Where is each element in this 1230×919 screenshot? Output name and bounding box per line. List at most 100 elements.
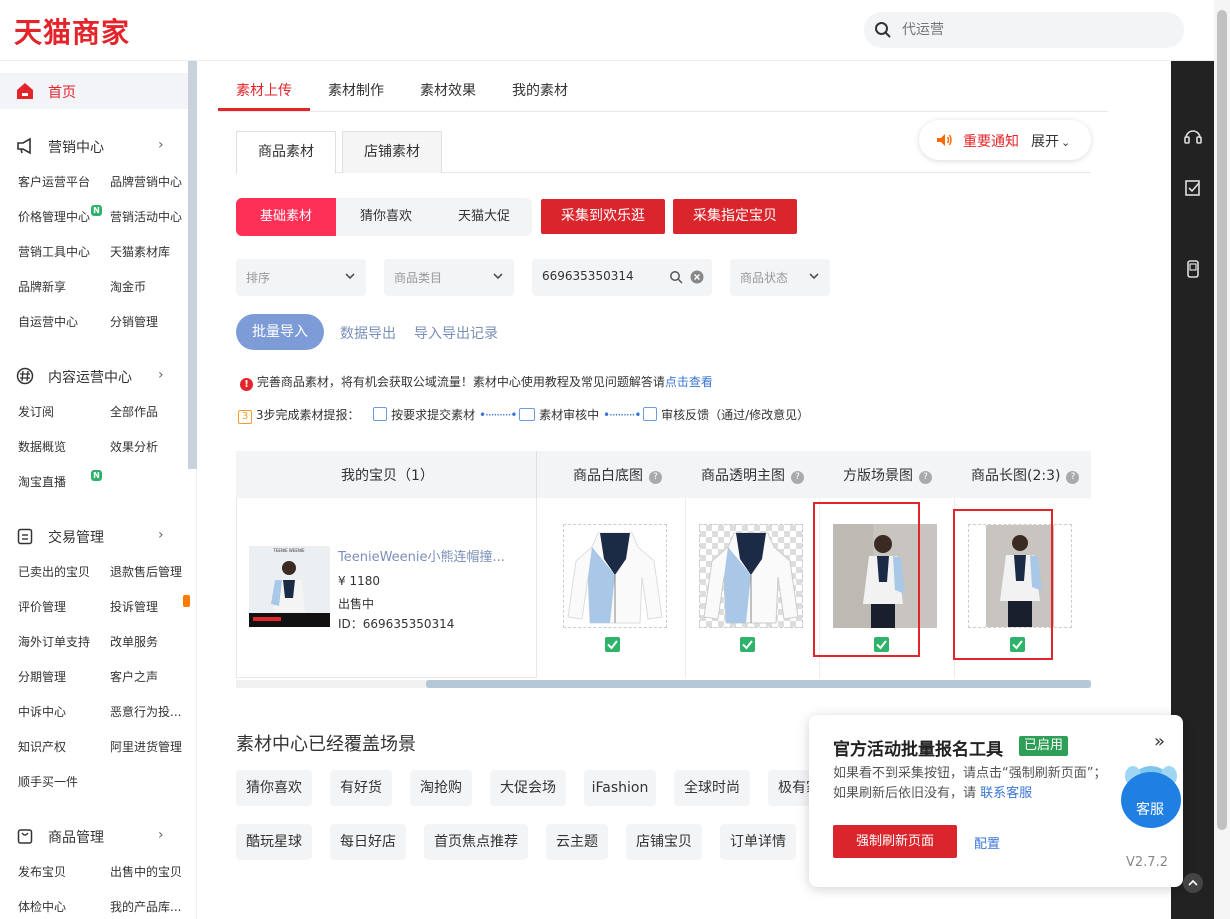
scene-tag[interactable]: 每日好店	[330, 824, 406, 860]
sidebar-item[interactable]: 体检中心	[18, 898, 66, 915]
contact-service-link[interactable]: 联系客服	[980, 786, 1032, 801]
sidebar-item-home[interactable]: 首页	[0, 73, 188, 109]
notice-expand[interactable]: 展开 ⌄	[1031, 131, 1070, 151]
sidebar-item[interactable]: 天猫素材库	[110, 243, 170, 260]
sidebar-item[interactable]: 分销管理	[110, 313, 158, 330]
product-thumbnail[interactable]: TEENIE WEENIE	[249, 546, 330, 627]
clear-icon[interactable]	[690, 270, 704, 284]
tab-material-effect[interactable]: 素材效果	[420, 80, 476, 100]
transparent-image[interactable]	[699, 524, 803, 628]
tmall-merchant-logo[interactable]: 天猫商家	[14, 11, 130, 51]
scene-tag[interactable]: iFashion	[584, 770, 656, 806]
scene-tag[interactable]: 全球时尚	[674, 770, 750, 806]
help-icon[interactable]: ?	[919, 471, 932, 484]
force-refresh-button[interactable]: 强制刷新页面	[833, 825, 957, 858]
segment-tmall-promo[interactable]: 天猫大促	[436, 198, 532, 236]
collect-specified-item-button[interactable]: 采集指定宝贝	[673, 199, 797, 234]
important-notice-bar[interactable]: 重要通知 展开 ⌄	[919, 120, 1091, 160]
sidebar-item[interactable]: 淘金币	[110, 278, 146, 295]
scene-tag[interactable]: 首页焦点推荐	[424, 824, 528, 860]
sidebar-item[interactable]: 自运营中心	[18, 313, 78, 330]
sidebar-item[interactable]: 我的产品库...	[110, 898, 181, 915]
white-bg-image[interactable]	[563, 524, 667, 628]
sidebar-item[interactable]: 品牌新享	[18, 278, 66, 295]
sidebar-item[interactable]: 改单服务	[110, 633, 158, 650]
tab-my-material[interactable]: 我的素材	[512, 80, 568, 100]
sidebar-item[interactable]: 出售中的宝贝	[110, 863, 182, 880]
config-link[interactable]: 配置	[974, 833, 1000, 852]
sidebar-item[interactable]: 发订阅	[18, 403, 54, 420]
edit-note-icon[interactable]	[1183, 178, 1203, 198]
sidebar-section-content[interactable]: 内容运营中心 ›	[0, 364, 188, 388]
tab-material-make[interactable]: 素材制作	[328, 80, 384, 100]
scene-tag[interactable]: 大促会场	[490, 770, 566, 806]
help-icon[interactable]: ?	[1066, 471, 1080, 484]
sidebar-item[interactable]: 数据概览	[18, 438, 66, 455]
scene-tag[interactable]: 店铺宝贝	[626, 824, 702, 860]
global-search-box[interactable]	[864, 12, 1184, 48]
check-icon[interactable]	[740, 637, 755, 652]
sidebar-item[interactable]: 中诉中心	[18, 703, 66, 720]
sidebar-item[interactable]: 投诉管理	[110, 598, 158, 615]
search-icon[interactable]	[669, 270, 683, 284]
sidebar-item[interactable]: 发布宝贝	[18, 863, 66, 880]
sidebar-item[interactable]: 客户运营平台	[18, 173, 90, 190]
collect-to-huanlegua-button[interactable]: 采集到欢乐逛	[541, 199, 665, 234]
sidebar-item[interactable]: 海外订单支持	[18, 633, 90, 650]
col-transparent-label: 商品透明主图	[701, 468, 785, 484]
sidebar-item[interactable]: 评价管理	[18, 598, 66, 615]
sidebar-item[interactable]: 退款售后管理	[110, 563, 182, 580]
product-title-link[interactable]: TeenieWeenie小熊连帽撞...	[338, 546, 505, 565]
sidebar-item[interactable]: 客户之声	[110, 668, 158, 685]
sidebar-item[interactable]: 全部作品	[110, 403, 158, 420]
item-id-search-input[interactable]: 669635350314	[532, 259, 712, 296]
scene-tag[interactable]: 猜你喜欢	[236, 770, 312, 806]
sidebar-item[interactable]: 已卖出的宝贝	[18, 563, 90, 580]
sort-select[interactable]: 排序	[236, 259, 366, 296]
sidebar-scrollbar[interactable]	[188, 61, 197, 469]
sidebar-item[interactable]: 淘宝直播	[18, 473, 66, 490]
scene-tag[interactable]: 订单详情	[720, 824, 796, 860]
sidebar-item[interactable]: 营销活动中心	[110, 208, 182, 225]
customer-service-button[interactable]: 客服	[1121, 760, 1181, 828]
back-to-top-button[interactable]	[1183, 873, 1203, 893]
sidebar-section-trade[interactable]: 交易管理 ›	[0, 524, 188, 548]
phone-icon[interactable]	[1183, 259, 1203, 279]
global-search-input[interactable]	[900, 12, 1170, 48]
help-icon[interactable]: ?	[791, 471, 804, 484]
sidebar-section-goods[interactable]: 商品管理 ›	[0, 824, 188, 848]
check-icon[interactable]	[605, 637, 620, 652]
collapse-panel-icon[interactable]: »	[1154, 731, 1165, 752]
table-scrollbar-thumb[interactable]	[426, 680, 1091, 688]
sidebar-item[interactable]: 恶意行为投...	[110, 703, 181, 720]
sidebar-item[interactable]: 知识产权	[18, 738, 66, 755]
tab-material-upload[interactable]: 素材上传	[236, 80, 292, 100]
category-select[interactable]: 商品类目	[384, 259, 514, 296]
sidebar-item[interactable]: 顺手买一件	[18, 773, 78, 790]
batch-import-button[interactable]: 批量导入	[236, 314, 324, 350]
segment-guess-you-like[interactable]: 猜你喜欢	[336, 198, 436, 236]
scene-tag[interactable]: 云主题	[546, 824, 608, 860]
data-export-link[interactable]: 数据导出	[340, 323, 396, 343]
page-scrollbar-thumb[interactable]	[1217, 10, 1227, 830]
headset-icon[interactable]	[1183, 127, 1203, 147]
sidebar-item[interactable]: 品牌营销中心	[110, 173, 182, 190]
tip-view-link[interactable]: 点击查看	[665, 375, 713, 389]
help-icon[interactable]: ?	[649, 471, 662, 484]
sidebar-item[interactable]: 营销工具中心	[18, 243, 90, 260]
scene-tag[interactable]: 淘抢购	[410, 770, 472, 806]
scene-tag[interactable]: 有好货	[330, 770, 392, 806]
sidebar-item[interactable]: 效果分析	[110, 438, 158, 455]
page-scrollbar[interactable]	[1214, 0, 1230, 919]
segment-basic-material[interactable]: 基础素材	[236, 198, 336, 236]
item-status-select[interactable]: 商品状态	[730, 259, 830, 296]
sidebar-section-marketing[interactable]: 营销中心 ›	[0, 134, 188, 158]
sidebar-item[interactable]: 价格管理中心	[18, 208, 90, 225]
sidebar-section-title: 商品管理	[48, 830, 104, 846]
sidebar-item[interactable]: 阿里进货管理	[110, 738, 182, 755]
tab-shop-material[interactable]: 店铺素材	[342, 131, 442, 173]
scene-tag[interactable]: 酷玩星球	[236, 824, 312, 860]
tab-goods-material[interactable]: 商品素材	[236, 131, 336, 174]
import-export-log-link[interactable]: 导入导出记录	[414, 323, 498, 343]
sidebar-item[interactable]: 分期管理	[18, 668, 66, 685]
